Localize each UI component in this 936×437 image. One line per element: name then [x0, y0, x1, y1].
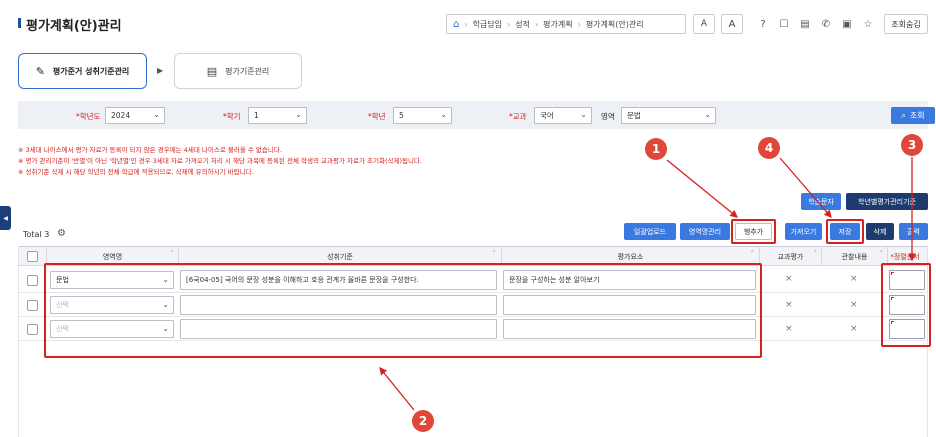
- annotation-arrow: [666, 159, 739, 218]
- annotation-badge-2: 2: [412, 410, 434, 432]
- annotation-arrow: [779, 157, 832, 218]
- annotation-badge-4: 4: [758, 137, 780, 159]
- annotation-badge-1: 1: [645, 138, 667, 160]
- annotation-arrows: [379, 157, 916, 411]
- annotation-badge-3: 3: [901, 134, 923, 156]
- annotation-arrow: [379, 366, 415, 411]
